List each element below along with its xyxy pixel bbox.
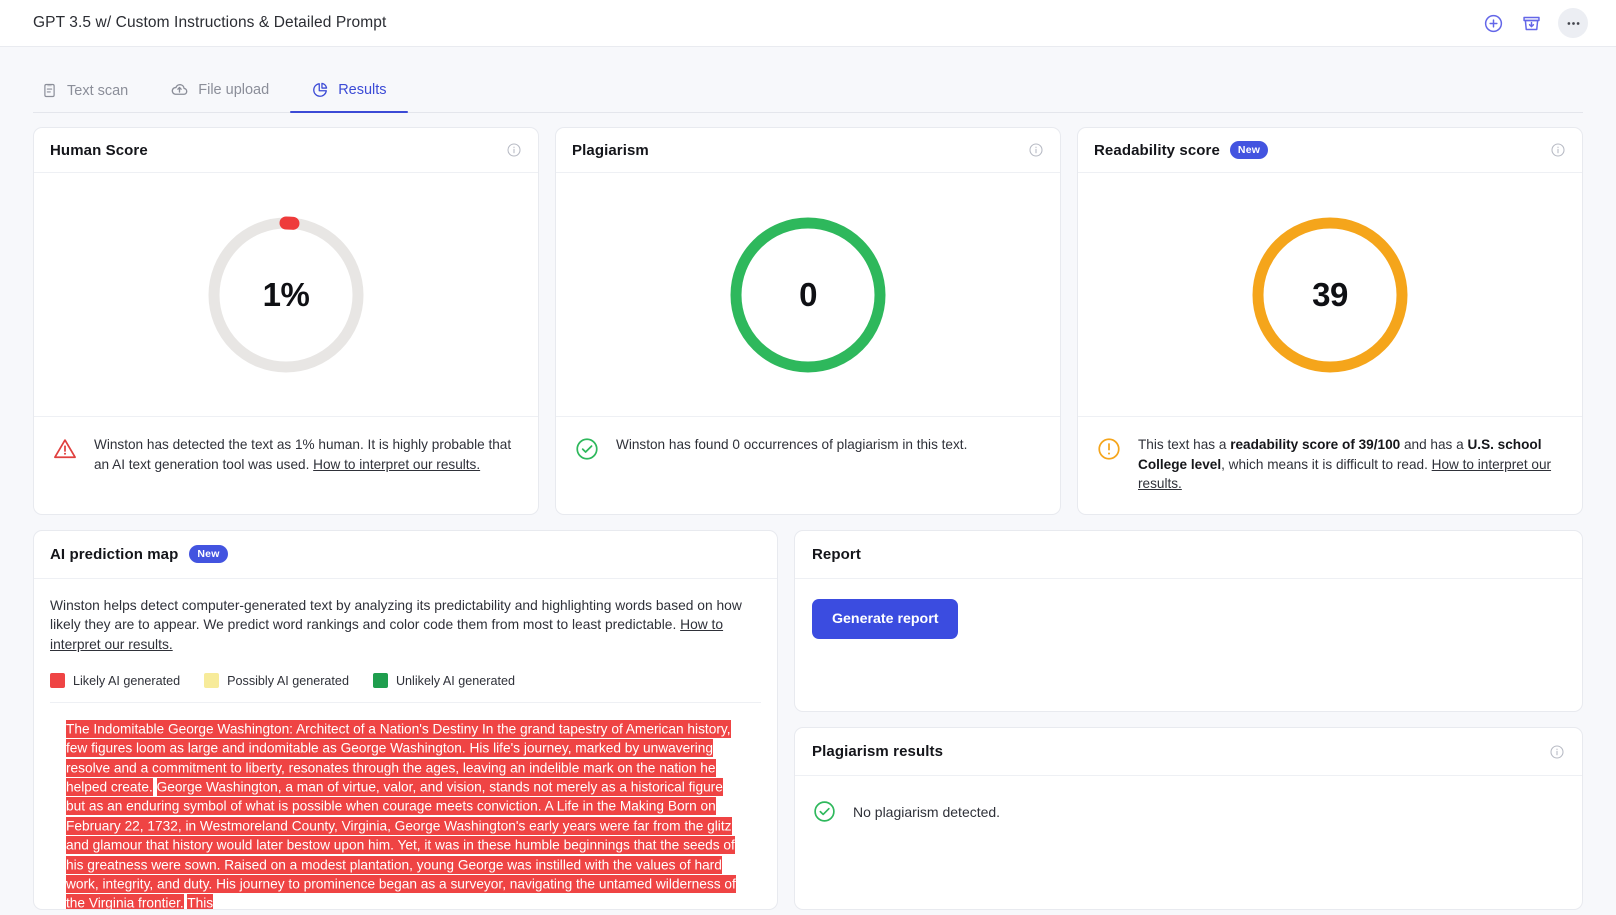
- exclamation-circle-icon: [1096, 436, 1122, 462]
- readability-message: This text has a readability score of 39/…: [1138, 435, 1564, 494]
- readability-new-badge: New: [1230, 141, 1268, 159]
- report-card: Report Generate report: [794, 530, 1583, 713]
- readability-header: Readability score New: [1078, 128, 1582, 173]
- top-bar-actions: [1482, 8, 1588, 38]
- ai-prediction-map-card: AI prediction map New Winston helps dete…: [33, 530, 778, 911]
- human-score-card: Human Score 1%: [33, 127, 539, 515]
- more-options-icon[interactable]: [1558, 8, 1588, 38]
- tab-results-label: Results: [338, 82, 386, 98]
- human-score-help-link[interactable]: How to interpret our results.: [313, 457, 480, 472]
- human-score-message: Winston has detected the text as 1% huma…: [94, 435, 520, 492]
- human-score-title: Human Score: [50, 142, 148, 159]
- page-title: GPT 3.5 w/ Custom Instructions & Detaile…: [33, 14, 1482, 32]
- legend-item-possibly: Possibly AI generated: [204, 673, 349, 688]
- plagiarism-title: Plagiarism: [572, 142, 649, 159]
- ai-prediction-map-header: AI prediction map New: [34, 531, 777, 579]
- readability-message-part3: , which means it is difficult to read.: [1221, 457, 1432, 472]
- human-score-gauge: 1%: [203, 212, 369, 378]
- warning-triangle-icon: [52, 436, 78, 462]
- check-circle-icon: [574, 436, 600, 462]
- ai-prediction-map-description-text: Winston helps detect computer-generated …: [50, 598, 742, 633]
- plagiarism-card: Plagiarism 0: [555, 127, 1061, 515]
- highlight-segment-2: George Washington, a man of virtue, valo…: [66, 778, 736, 909]
- legend-label-unlikely: Unlikely AI generated: [396, 674, 515, 688]
- legend-item-unlikely: Unlikely AI generated: [373, 673, 515, 688]
- readability-message-part2: and has a: [1400, 437, 1467, 452]
- tab-text-scan-label: Text scan: [67, 83, 128, 99]
- archive-download-icon[interactable]: [1520, 12, 1542, 34]
- report-title: Report: [812, 546, 861, 563]
- add-circle-icon[interactable]: [1482, 12, 1504, 34]
- readability-gauge: 39: [1247, 212, 1413, 378]
- readability-footer: This text has a readability score of 39/…: [1078, 416, 1582, 514]
- readability-message-part1: This text has a: [1138, 437, 1230, 452]
- readability-title: Readability score: [1094, 142, 1220, 159]
- plagiarism-footer: Winston has found 0 occurrences of plagi…: [556, 416, 1060, 512]
- cloud-upload-icon: [170, 80, 189, 99]
- human-score-header: Human Score: [34, 128, 538, 173]
- clipboard-icon: [41, 82, 58, 99]
- ai-prediction-map-title: AI prediction map: [50, 546, 178, 563]
- ai-prediction-map-new-badge: New: [189, 545, 227, 563]
- plagiarism-gauge: 0: [725, 212, 891, 378]
- legend-swatch-unlikely: [373, 673, 388, 688]
- main-content: Human Score 1%: [0, 113, 1616, 910]
- generate-report-button[interactable]: Generate report: [812, 599, 958, 639]
- score-cards-row: Human Score 1%: [33, 127, 1583, 515]
- legend-item-likely: Likely AI generated: [50, 673, 180, 688]
- tab-file-upload[interactable]: File upload: [149, 80, 290, 112]
- tab-results[interactable]: Results: [290, 81, 407, 112]
- tab-text-scan[interactable]: Text scan: [33, 82, 149, 112]
- right-column: Report Generate report Plagiarism result…: [794, 530, 1583, 911]
- info-icon[interactable]: [1549, 744, 1565, 760]
- legend-swatch-likely: [50, 673, 65, 688]
- info-icon[interactable]: [1028, 142, 1044, 158]
- tab-file-upload-label: File upload: [198, 82, 269, 98]
- plagiarism-message: Winston has found 0 occurrences of plagi…: [616, 435, 967, 492]
- ai-prediction-map-body: Winston helps detect computer-generated …: [34, 579, 777, 910]
- readability-message-bold1: readability score of 39/100: [1230, 437, 1400, 452]
- info-icon[interactable]: [506, 142, 522, 158]
- plagiarism-value: 0: [725, 212, 891, 378]
- readability-value: 39: [1247, 212, 1413, 378]
- plagiarism-gauge-area: 0: [556, 173, 1060, 416]
- check-circle-icon: [812, 799, 838, 825]
- human-score-value: 1%: [203, 212, 369, 378]
- plagiarism-results-card: Plagiarism results No plagiarism detecte…: [794, 727, 1583, 910]
- info-icon[interactable]: [1550, 142, 1566, 158]
- legend-swatch-possibly: [204, 673, 219, 688]
- tab-list: Text scan File upload Results: [33, 69, 1583, 113]
- plagiarism-results-header: Plagiarism results: [795, 728, 1582, 776]
- human-score-gauge-area: 1%: [34, 173, 538, 416]
- tabs-bar: Text scan File upload Results: [0, 47, 1616, 113]
- report-header: Report: [795, 531, 1582, 579]
- prediction-highlighted-text: The Indomitable George Washington: Archi…: [50, 703, 761, 909]
- top-bar: GPT 3.5 w/ Custom Instructions & Detaile…: [0, 0, 1616, 47]
- lower-row: AI prediction map New Winston helps dete…: [33, 530, 1583, 911]
- prediction-legend: Likely AI generated Possibly AI generate…: [50, 654, 761, 703]
- highlight-segment-3: This: [187, 894, 213, 909]
- legend-label-possibly: Possibly AI generated: [227, 674, 349, 688]
- ai-prediction-map-column: AI prediction map New Winston helps dete…: [33, 530, 778, 911]
- pie-chart-icon: [311, 81, 329, 99]
- legend-label-likely: Likely AI generated: [73, 674, 180, 688]
- readability-card: Readability score New 39: [1077, 127, 1583, 515]
- readability-gauge-area: 39: [1078, 173, 1582, 416]
- plagiarism-results-body: No plagiarism detected.: [795, 776, 1582, 849]
- plagiarism-results-title: Plagiarism results: [812, 743, 943, 760]
- report-body: Generate report: [795, 579, 1582, 665]
- plagiarism-results-message: No plagiarism detected.: [853, 804, 1000, 820]
- human-score-footer: Winston has detected the text as 1% huma…: [34, 416, 538, 512]
- plagiarism-header: Plagiarism: [556, 128, 1060, 173]
- ai-prediction-map-description: Winston helps detect computer-generated …: [50, 596, 761, 655]
